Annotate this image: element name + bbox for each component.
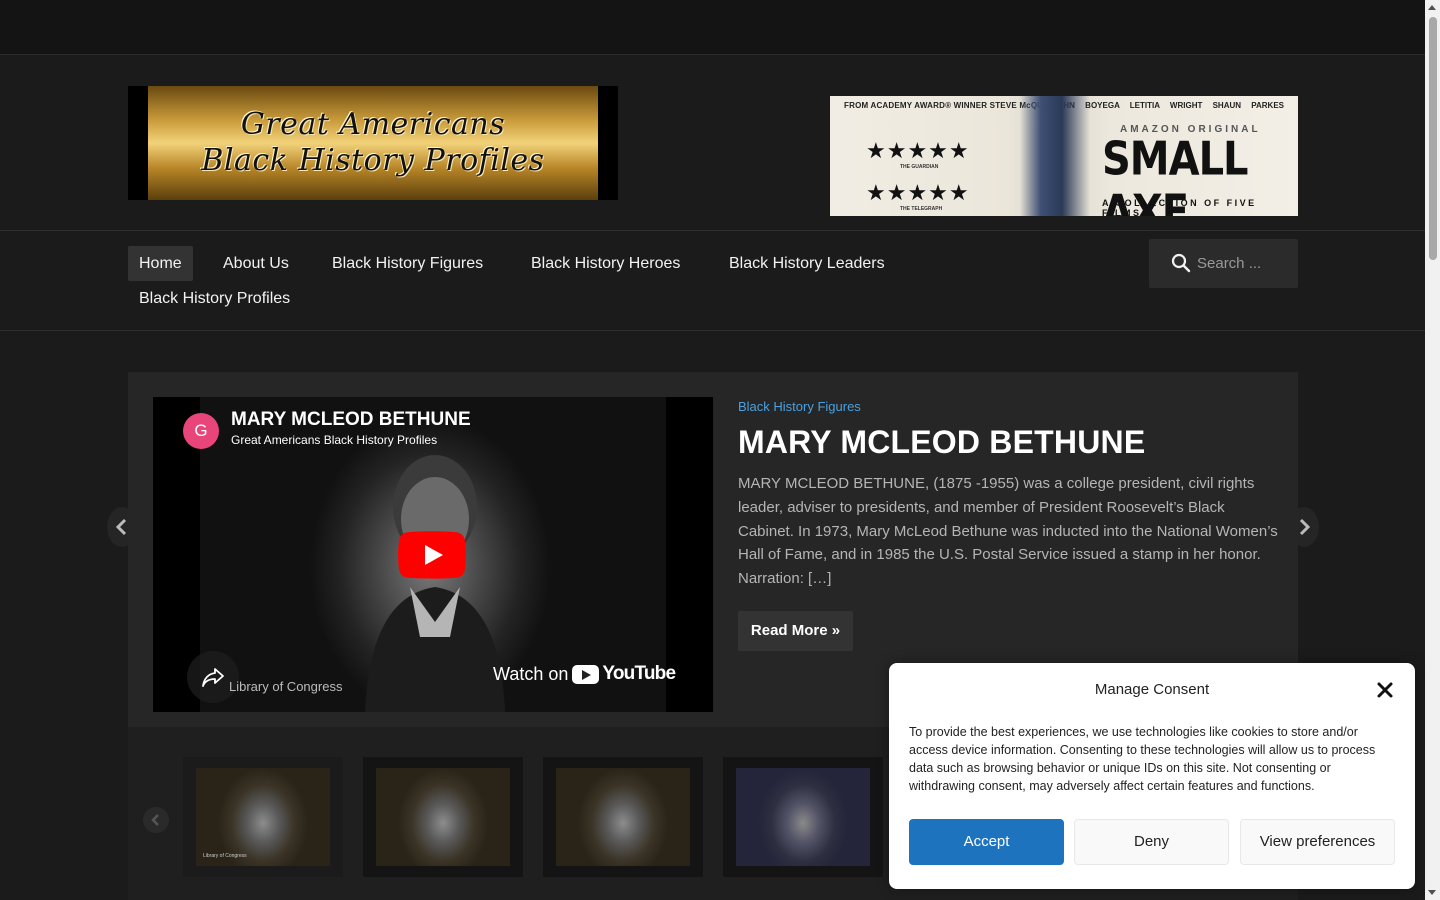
logo-banner: Great Americans Black History Profiles (148, 86, 598, 200)
post-category-link[interactable]: Black History Figures (738, 399, 861, 414)
search-icon (1171, 253, 1191, 273)
thumbnail-prev-button[interactable] (143, 807, 169, 833)
youtube-wordmark: YouTube (602, 663, 676, 684)
youtube-logo: YouTube (572, 663, 676, 685)
thumbnail-item[interactable] (723, 757, 883, 877)
consent-title: Manage Consent (1094, 681, 1210, 698)
nav-item-home[interactable]: Home (128, 246, 193, 281)
page-scrollbar[interactable] (1425, 0, 1440, 900)
thumbnail-item[interactable]: Library of Congress (183, 757, 343, 877)
scroll-down-arrow-icon[interactable] (1428, 890, 1436, 895)
main-nav: Home About Us Black History Figures Blac… (0, 232, 1425, 331)
nav-item-black-history-heroes[interactable]: Black History Heroes (520, 246, 691, 281)
scrollbar-thumb[interactable] (1429, 17, 1437, 260)
video-credit: Library of Congress (229, 679, 343, 694)
close-icon[interactable] (1375, 680, 1395, 700)
thumbnail-item[interactable] (543, 757, 703, 877)
thumbnail-image (736, 768, 870, 866)
post-title[interactable]: MARY MCLEOD BETHUNE (738, 424, 1145, 461)
video-channel[interactable]: Great Americans Black History Profiles (231, 433, 437, 447)
video-embed[interactable]: G MARY MCLEOD BETHUNE Great Americans Bl… (153, 397, 713, 712)
youtube-icon (572, 664, 600, 684)
watch-on-youtube-link[interactable]: Watch on YouTube (493, 663, 676, 685)
share-button[interactable] (187, 651, 239, 703)
accept-button[interactable]: Accept (909, 819, 1064, 865)
scroll-up-arrow-icon[interactable] (1428, 5, 1436, 10)
ad-stars-2: ★★★★★ (866, 180, 970, 205)
channel-avatar[interactable]: G (183, 413, 219, 449)
play-button-icon[interactable] (398, 531, 466, 579)
video-title[interactable]: MARY MCLEOD BETHUNE (231, 409, 471, 431)
ad-figure-image (1020, 96, 1090, 216)
ad-stars-1: ★★★★★ (866, 138, 970, 163)
ad-subtitle: A COLLECTION OF FIVE FILMS (1102, 198, 1257, 216)
read-more-button[interactable]: Read More » (738, 611, 853, 651)
nav-item-black-history-leaders[interactable]: Black History Leaders (718, 246, 896, 281)
view-preferences-button[interactable]: View preferences (1240, 819, 1395, 865)
deny-button[interactable]: Deny (1074, 819, 1229, 865)
nav-item-about-us[interactable]: About Us (212, 246, 300, 281)
consent-dialog: Manage Consent To provide the best exper… (889, 663, 1415, 889)
ad-source-2: THE TELEGRAPH (900, 206, 943, 212)
logo-line-2: Black History Profiles (201, 143, 545, 178)
site-logo[interactable]: Great Americans Black History Profiles (128, 86, 618, 200)
nav-item-black-history-figures[interactable]: Black History Figures (321, 246, 494, 281)
site-header: Great Americans Black History Profiles F… (0, 56, 1425, 231)
top-bar (0, 0, 1425, 55)
ad-banner[interactable]: FROM ACADEMY AWARD® WINNER STEVE McQUEEN… (830, 96, 1298, 216)
thumbnail-image (376, 768, 510, 866)
search-input[interactable] (1197, 251, 1292, 276)
post-excerpt: MARY MCLEOD BETHUNE, (1875 -1955) was a … (738, 475, 1278, 588)
chevron-left-icon (151, 814, 159, 826)
consent-text: To provide the best experiences, we use … (909, 725, 1376, 793)
ad-source-1: THE GUARDIAN (900, 164, 939, 170)
thumbnail-image (556, 768, 690, 866)
watch-on-label: Watch on (493, 663, 569, 684)
search-box[interactable] (1149, 239, 1298, 288)
thumbnail-item[interactable] (363, 757, 523, 877)
thumbnail-image (196, 768, 330, 866)
thumbnail-credit: Library of Congress (203, 853, 247, 859)
logo-line-1: Great Americans (240, 107, 506, 142)
nav-item-black-history-profiles[interactable]: Black History Profiles (128, 281, 301, 316)
share-icon (202, 668, 224, 687)
